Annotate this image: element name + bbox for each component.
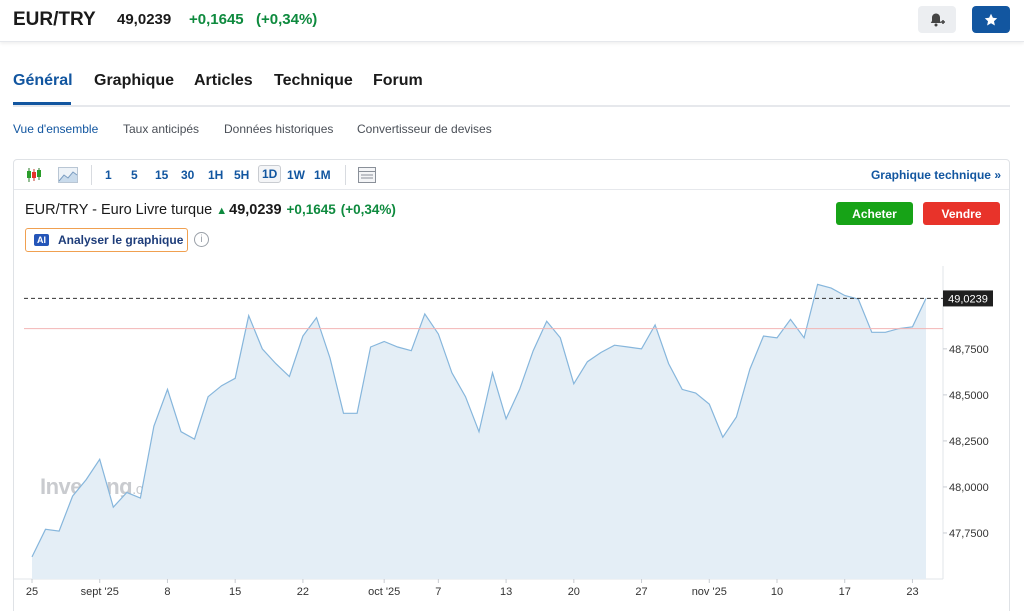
instrument-change: +0,1645 <box>189 11 244 28</box>
y-tick-label: 47,7500 <box>949 528 989 540</box>
subtab-historical-data[interactable]: Données historiques <box>224 122 333 136</box>
x-tick-label: 8 <box>164 586 170 598</box>
instrument-symbol: EUR/TRY <box>13 9 96 30</box>
tab-forum[interactable]: Forum <box>373 72 423 90</box>
tab-general[interactable]: Général <box>13 72 73 90</box>
active-tab-indicator <box>13 102 71 105</box>
star-icon <box>984 13 998 25</box>
subtab-forward-rates[interactable]: Taux anticipés <box>123 122 199 136</box>
bell-plus-icon <box>930 13 945 26</box>
subtab-currency-converter[interactable]: Convertisseur de devises <box>357 122 492 136</box>
x-tick-label: 27 <box>635 586 647 598</box>
x-tick-label: 15 <box>229 586 241 598</box>
x-tick-label: sept '25 <box>81 586 119 598</box>
instrument-change-percent: (+0,34%) <box>256 11 318 28</box>
x-tick-label: oct '25 <box>368 586 400 598</box>
x-tick-label: 20 <box>568 586 580 598</box>
price-chart[interactable]: 49,0239 47,7500 48,0000 48,2500 48,5000 48,75… <box>14 160 1009 610</box>
add-alert-button[interactable] <box>918 6 956 33</box>
x-tick-label: 7 <box>435 586 441 598</box>
subtab-overview[interactable]: Vue d'ensemble <box>13 122 98 136</box>
main-tabs: Général Graphique Articles Technique For… <box>13 70 1010 107</box>
tab-graphique[interactable]: Graphique <box>94 72 174 90</box>
tab-technique[interactable]: Technique <box>274 72 353 90</box>
x-tick-label: 25 <box>26 586 38 598</box>
instrument-header: EUR/TRY 49,0239 +0,1645 (+0,34%) <box>0 0 1024 42</box>
y-tick-label: 48,5000 <box>949 390 989 402</box>
tab-articles[interactable]: Articles <box>194 72 253 90</box>
last-price-label: 49,0239 <box>948 293 988 305</box>
x-tick-label: 23 <box>906 586 918 598</box>
x-tick-label: 13 <box>500 586 512 598</box>
x-tick-label: 10 <box>771 586 783 598</box>
x-tick-label: 22 <box>297 586 309 598</box>
instrument-price: 49,0239 <box>117 11 172 28</box>
x-tick-label: nov '25 <box>692 586 727 598</box>
chart-card: 1 5 15 30 1H 5H 1D 1W 1M Graphique techn… <box>13 159 1010 611</box>
y-tick-label: 48,7500 <box>949 344 989 356</box>
y-tick-label: 48,0000 <box>949 482 989 494</box>
x-tick-label: 17 <box>839 586 851 598</box>
watchlist-star-button[interactable] <box>972 6 1010 33</box>
y-tick-label: 48,2500 <box>949 436 989 448</box>
